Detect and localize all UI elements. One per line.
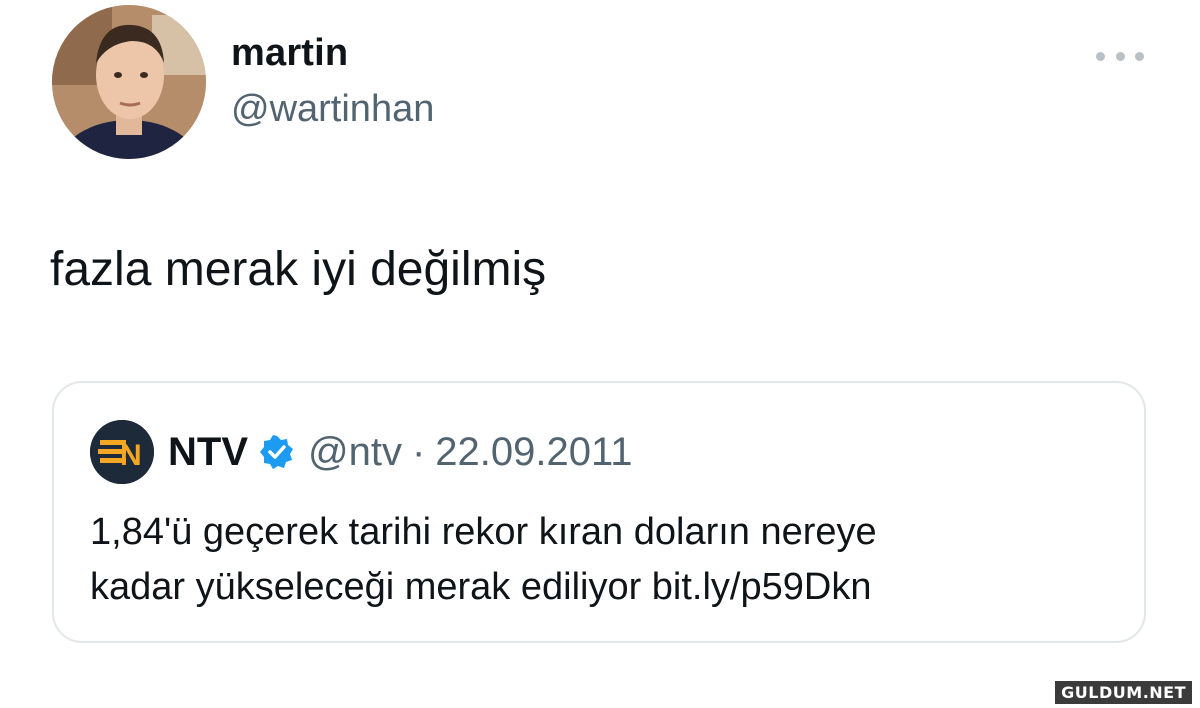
quoted-tweet-text: 1,84'ü geçerek tarihi rekor kıran doları…	[90, 505, 1120, 615]
quoted-author-handle[interactable]: @ntv	[308, 430, 402, 475]
more-dot-icon	[1096, 51, 1105, 61]
watermark: GULDUM.NET	[1055, 681, 1192, 704]
quoted-tweet-card[interactable]: N NTV @ntv · 22.09.2011 1,84'ü geçerek t…	[52, 381, 1146, 643]
quoted-tweet-date[interactable]: 22.09.2011	[435, 430, 632, 475]
quoted-tweet-header: N NTV @ntv · 22.09.2011	[90, 419, 633, 485]
verified-badge-icon	[260, 435, 293, 469]
more-dot-icon	[1135, 51, 1144, 61]
tweet-screenshot: martin @wartinhan fazla merak iyi değilm…	[0, 0, 1200, 708]
quoted-tweet-text-line: kadar yükseleceği merak ediliyor bit.ly/…	[90, 566, 872, 608]
ntv-logo-icon[interactable]: N	[90, 420, 154, 484]
more-dot-icon	[1115, 51, 1125, 61]
svg-text:N: N	[120, 439, 142, 472]
quoted-author-name[interactable]: NTV	[168, 430, 248, 475]
author-display-name[interactable]: martin	[231, 32, 348, 75]
header-separator: ·	[411, 429, 426, 474]
more-options-button[interactable]	[1096, 44, 1144, 68]
tweet-text: fazla merak iyi değilmiş	[50, 243, 547, 296]
quoted-tweet-text-line: 1,84'ü geçerek tarihi rekor kıran doları…	[90, 511, 877, 553]
profile-avatar[interactable]	[52, 5, 206, 159]
author-username[interactable]: @wartinhan	[231, 88, 434, 131]
